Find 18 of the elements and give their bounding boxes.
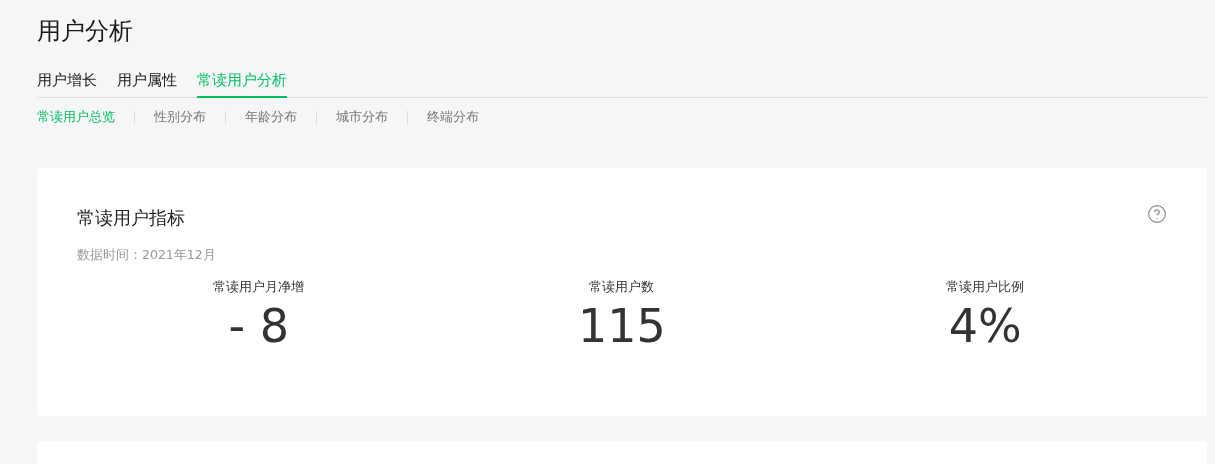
tab[interactable]: 用户属性 (117, 68, 177, 98)
subtab[interactable]: 常读用户总览 (37, 108, 115, 126)
metric-value: 4% (948, 298, 1022, 354)
card-title: 常读用户指标 (77, 206, 185, 230)
metric-label: 常读用户比例 (946, 278, 1025, 296)
tab[interactable]: 常读用户分析 (197, 68, 287, 98)
metric-value: 115 (578, 298, 666, 354)
metric-label: 常读用户数 (589, 278, 655, 296)
subtab[interactable]: 性别分布 (154, 108, 206, 126)
subtab[interactable]: 年龄分布 (245, 108, 297, 126)
data-time: 数据时间：2021年12月 (77, 247, 217, 264)
metric-value: - 8 (228, 298, 289, 354)
subtab[interactable]: 城市分布 (336, 108, 388, 126)
subtab[interactable]: 终端分布 (427, 108, 479, 126)
metric-label: 常读用户月净增 (213, 278, 305, 296)
help-icon[interactable] (1147, 204, 1167, 224)
tab[interactable]: 用户增长 (37, 68, 97, 98)
page-title: 用户分析 (37, 16, 134, 47)
